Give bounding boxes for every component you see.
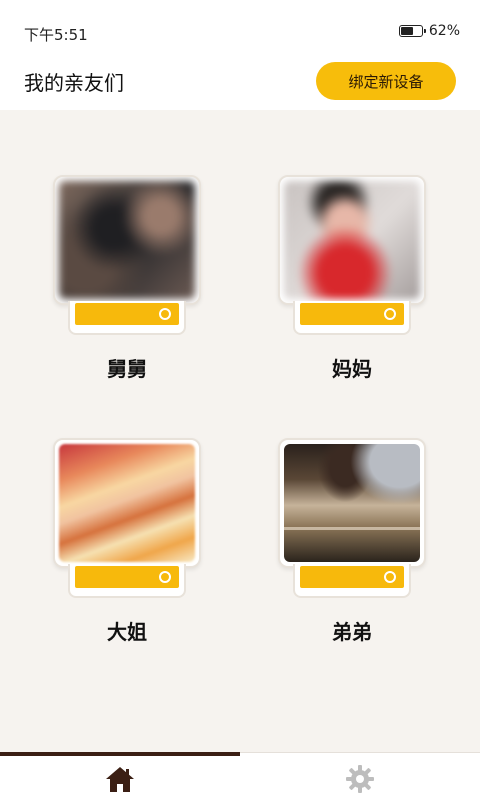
device-stand [68,301,186,335]
device-name: 弟弟 [332,620,372,644]
stand-bar [75,566,179,588]
device-card-didi[interactable]: 弟弟 [258,438,438,653]
bind-new-device-button[interactable]: 绑定新设备 [316,62,456,100]
device-stand [293,301,411,335]
power-dot-icon [384,308,396,320]
stand-bar [300,566,404,588]
power-dot-icon [159,571,171,583]
device-photo [284,444,420,562]
battery-percent: 62% [428,23,460,39]
device-card-jiujiu[interactable]: 舅舅 [33,175,213,390]
stand-bar [75,303,179,325]
device-frame [278,175,426,305]
device-grid: 舅舅 妈妈 大姐 弟弟 [0,110,480,752]
home-icon [106,766,134,792]
battery-icon [398,25,426,37]
device-frame [53,175,201,305]
device-photo [59,181,195,299]
device-card-mama[interactable]: 妈妈 [258,175,438,390]
bottom-nav [0,752,480,804]
power-dot-icon [384,571,396,583]
nav-tab-settings[interactable] [240,753,480,804]
nav-tab-home[interactable] [0,753,240,804]
stand-bar [300,303,404,325]
power-dot-icon [159,308,171,320]
device-stand [68,564,186,598]
header: 我的亲友们 绑定新设备 [0,60,480,110]
device-frame [53,438,201,568]
gear-icon [346,764,374,793]
device-frame [278,438,426,568]
status-right: 62% [398,23,460,39]
battery-fill [400,27,413,35]
status-time: 下午5:51 [24,26,88,44]
device-name: 妈妈 [332,357,372,381]
device-photo [59,444,195,562]
page-title: 我的亲友们 [24,71,124,95]
device-card-dajie[interactable]: 大姐 [33,438,213,653]
device-photo [284,181,420,299]
device-stand [293,564,411,598]
status-bar: 下午5:51 62% [0,0,480,60]
device-name: 大姐 [107,620,147,644]
device-name: 舅舅 [107,357,147,381]
